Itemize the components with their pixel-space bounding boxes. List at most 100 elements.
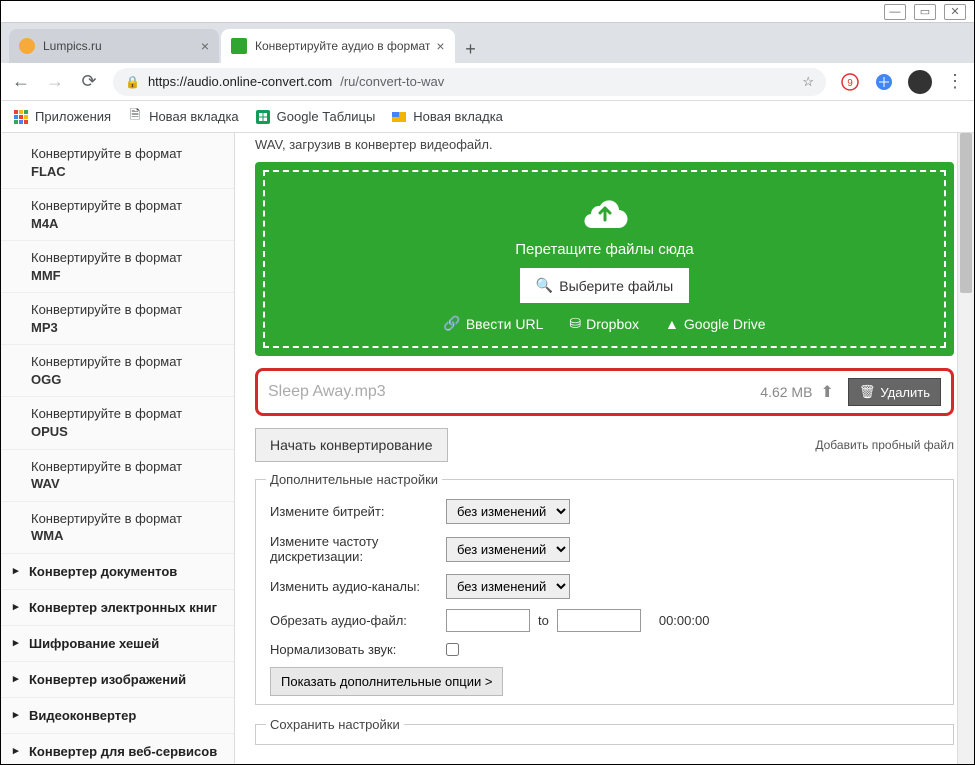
bitrate-select[interactable]: без изменений: [446, 499, 570, 524]
browser-menu-button[interactable]: ⋮: [946, 71, 964, 92]
sidebar-category-ebooks[interactable]: Конвертер электронных книг: [1, 590, 234, 626]
new-tab-button[interactable]: +: [457, 35, 485, 63]
sidebar-format-flac[interactable]: Конвертируйте в форматFLAC: [1, 137, 234, 189]
bookmark-star-icon[interactable]: ☆: [802, 74, 814, 90]
dropbox-link[interactable]: ⛁Dropbox: [569, 315, 639, 332]
back-button[interactable]: ←: [11, 72, 31, 92]
sidebar-format-mmf[interactable]: Конвертируйте в формат MMF: [1, 241, 234, 293]
trim-to-input[interactable]: [557, 609, 641, 632]
gdrive-icon: ▲: [665, 316, 679, 332]
dropzone[interactable]: Перетащите файлы сюда 🔍Выберите файлы 🔗В…: [255, 162, 954, 356]
settings-legend: Дополнительные настройки: [266, 472, 442, 487]
sidebar-format-ogg[interactable]: Конвертируйте в форматOGG: [1, 345, 234, 397]
browser-tab-lumpics[interactable]: Lumpics.ru ×: [9, 29, 219, 63]
channels-select[interactable]: без изменений: [446, 574, 570, 599]
channels-row: Изменить аудио-каналы: без изменений: [270, 574, 939, 599]
normalize-checkbox[interactable]: [446, 643, 459, 656]
samplerate-label: Измените частоту дискретизации:: [270, 534, 446, 564]
uploaded-file-row: Sleep Away.mp3 4.62 MB ⬆ 🗑Удалить: [255, 368, 954, 416]
normalize-label: Нормализовать звук:: [270, 642, 446, 657]
channels-label: Изменить аудио-каналы:: [270, 579, 446, 594]
sidebar-item-format: OPUS: [31, 423, 220, 441]
select-files-label: Выберите файлы: [559, 278, 673, 294]
close-icon[interactable]: ×: [201, 38, 209, 54]
settings-fieldset: Дополнительные настройки Измените битрей…: [255, 472, 954, 705]
sidebar-category-documents[interactable]: Конвертер документов: [1, 554, 234, 590]
url-path: /ru/convert-to-wav: [340, 74, 444, 89]
bookmark-item[interactable]: Google Таблицы: [255, 109, 376, 125]
sidebar-format-m4a[interactable]: Конвертируйте в форматM4A: [1, 189, 234, 241]
trim-to-label: to: [538, 613, 549, 628]
forward-button[interactable]: →: [45, 72, 65, 92]
window-minimize-button[interactable]: —: [884, 4, 906, 20]
sidebar-format-mp3[interactable]: Конвертируйте в форматMP3: [1, 293, 234, 345]
dropzone-text: Перетащите файлы сюда: [277, 241, 932, 258]
apps-button[interactable]: Приложения: [13, 109, 111, 125]
sidebar-category-hash[interactable]: Шифрование хешей: [1, 626, 234, 662]
save-settings-legend: Сохранить настройки: [266, 717, 404, 732]
gdrive-link[interactable]: ▲Google Drive: [665, 315, 766, 332]
close-icon[interactable]: ×: [436, 38, 444, 54]
sidebar-item-prefix: Конвертируйте в формат: [31, 302, 182, 317]
sidebar-item-prefix: Конвертируйте в формат: [31, 250, 182, 265]
window-maximize-button[interactable]: ▭: [914, 4, 936, 20]
trash-icon: 🗑: [859, 384, 876, 400]
bookmark-item[interactable]: 🗎Новая вкладка: [127, 109, 239, 125]
trim-label: Обрезать аудио-файл:: [270, 613, 446, 628]
window-close-button[interactable]: ✕: [944, 4, 966, 20]
file-size: 4.62 MB: [760, 384, 812, 400]
select-files-button[interactable]: 🔍Выберите файлы: [520, 268, 689, 303]
address-bar: ← → ⟳ 🔒 https://audio.online-convert.com…: [1, 63, 974, 101]
start-convert-button[interactable]: Начать конвертирование: [255, 428, 448, 462]
sidebar-item-prefix: Конвертируйте в формат: [31, 511, 182, 526]
sidebar-category-video[interactable]: Видеоконвертер: [1, 698, 234, 734]
sidebar-format-wma[interactable]: Конвертируйте в форматWMA: [1, 502, 234, 554]
extension-icon[interactable]: 9: [840, 72, 860, 92]
sidebar-item-format: WMA: [31, 527, 220, 545]
trim-row: Обрезать аудио-файл: to 00:00:00: [270, 609, 939, 632]
sidebar-format-wav[interactable]: Конвертируйте в форматWAV: [1, 450, 234, 502]
page-icon: [391, 109, 407, 125]
dropzone-links: 🔗Ввести URL ⛁Dropbox ▲Google Drive: [277, 315, 932, 332]
action-row: Начать конвертирование Добавить пробный …: [255, 428, 954, 462]
save-settings-fieldset: Сохранить настройки: [255, 717, 954, 745]
profile-avatar[interactable]: [908, 70, 932, 94]
add-trial-file-link[interactable]: Добавить пробный файл: [815, 438, 954, 452]
sidebar-category-web[interactable]: Конвертер для веб-сервисов: [1, 734, 234, 764]
sheets-icon: [255, 109, 271, 125]
sidebar-item-format: MMF: [31, 267, 220, 285]
show-more-options-button[interactable]: Показать дополнительные опции >: [270, 667, 503, 696]
vertical-scrollbar[interactable]: [957, 133, 974, 764]
bookmark-item[interactable]: Новая вкладка: [391, 109, 503, 125]
sidebar-item-prefix: Конвертируйте в формат: [31, 146, 182, 161]
main-panel: WAV, загрузив в конвертер видеофайл. Пер…: [235, 133, 974, 764]
trim-from-input[interactable]: [446, 609, 530, 632]
reload-button[interactable]: ⟳: [79, 72, 99, 92]
bitrate-label: Измените битрейт:: [270, 504, 446, 519]
samplerate-select[interactable]: без изменений: [446, 537, 570, 562]
page-icon: 🗎: [127, 109, 143, 125]
sidebar: Конвертируйте в форматFLAC Конвертируйте…: [1, 133, 235, 764]
delete-file-button[interactable]: 🗑Удалить: [848, 378, 941, 406]
scrollbar-thumb[interactable]: [960, 133, 972, 293]
trim-duration: 00:00:00: [659, 613, 710, 628]
window-titlebar: — ▭ ✕: [1, 1, 974, 23]
sidebar-item-format: OGG: [31, 371, 220, 389]
sidebar-item-format: M4A: [31, 215, 220, 233]
dropbox-icon: ⛁: [569, 315, 581, 332]
cloud-upload-icon: [578, 190, 632, 235]
bookmark-label: Новая вкладка: [413, 109, 503, 124]
page-content: Конвертируйте в форматFLAC Конвертируйте…: [1, 133, 974, 764]
sidebar-format-opus[interactable]: Конвертируйте в форматOPUS: [1, 397, 234, 449]
enter-url-link[interactable]: 🔗Ввести URL: [443, 315, 543, 332]
browser-tab-convert[interactable]: Конвертируйте аудио в формат ×: [221, 29, 455, 63]
file-name: Sleep Away.mp3: [268, 383, 760, 401]
sidebar-item-format: WAV: [31, 475, 220, 493]
sidebar-category-images[interactable]: Конвертер изображений: [1, 662, 234, 698]
bookmarks-bar: Приложения 🗎Новая вкладка Google Таблицы…: [1, 101, 974, 133]
bitrate-row: Измените битрейт: без изменений: [270, 499, 939, 524]
extension-icon[interactable]: [874, 72, 894, 92]
apps-icon: [13, 109, 29, 125]
tab-title: Конвертируйте аудио в формат: [255, 39, 430, 53]
url-input[interactable]: 🔒 https://audio.online-convert.com/ru/co…: [113, 68, 826, 96]
